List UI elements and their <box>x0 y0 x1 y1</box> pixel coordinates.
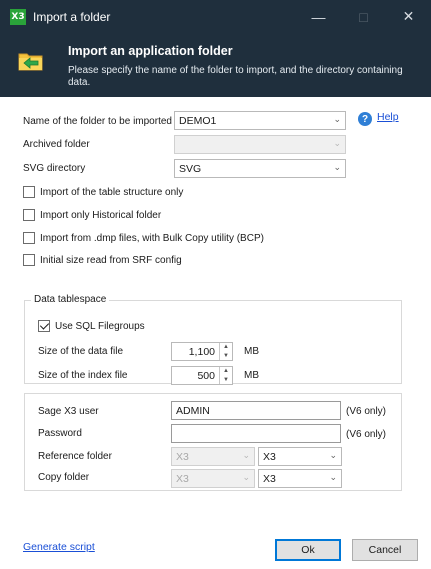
reference-folder-right-select[interactable]: X3 ⌄ <box>258 447 342 466</box>
folder-import-icon <box>18 53 43 71</box>
data-file-stepper[interactable]: 1,100 ▲ ▼ <box>171 342 233 361</box>
data-file-unit: MB <box>244 346 259 357</box>
option-table-structure-checkbox[interactable] <box>23 186 35 198</box>
copy-folder-right-select[interactable]: X3 ⌄ <box>258 469 342 488</box>
option-srf-config-checkbox[interactable] <box>23 254 35 266</box>
close-button[interactable]: ✕ <box>386 0 431 33</box>
option-srf-config[interactable]: Initial size read from SRF config <box>23 254 182 266</box>
spin-up-icon[interactable]: ▲ <box>220 343 232 352</box>
password-input[interactable] <box>171 424 341 443</box>
chevron-down-icon: ⌄ <box>242 450 250 460</box>
option-bcp-label: Import from .dmp files, with Bulk Copy u… <box>40 232 264 244</box>
data-file-label: Size of the data file <box>38 346 124 357</box>
option-historical[interactable]: Import only Historical folder <box>23 209 161 221</box>
help-link[interactable]: Help <box>377 111 399 123</box>
svg-directory-value: SVG <box>179 162 202 175</box>
index-file-unit: MB <box>244 370 259 381</box>
title-bar: X3 Import a folder — □ ✕ <box>0 0 431 33</box>
data-file-value: 1,100 <box>188 346 215 358</box>
reference-folder-left-select: X3 ⌄ <box>171 447 255 466</box>
use-sql-filegroups[interactable]: Use SQL Filegroups <box>38 320 145 332</box>
use-sql-filegroups-label: Use SQL Filegroups <box>55 320 145 332</box>
password-v6-note: (V6 only) <box>346 429 387 440</box>
chevron-down-icon: ⌄ <box>329 450 337 460</box>
archived-folder-label: Archived folder <box>23 139 90 150</box>
maximize-button: □ <box>359 8 368 25</box>
data-tablespace-title: Data tablespace <box>31 294 110 305</box>
sage-user-value: ADMIN <box>176 404 210 417</box>
folder-name-label: Name of the folder to be imported <box>23 116 172 127</box>
header-title: Import an application folder <box>68 44 233 58</box>
sage-user-input[interactable]: ADMIN <box>171 401 341 420</box>
chevron-down-icon: ⌄ <box>329 472 337 482</box>
option-historical-label: Import only Historical folder <box>40 209 162 221</box>
dialog-header: Import an application folder Please spec… <box>0 33 431 97</box>
folder-name-select[interactable]: DEMO1 ⌄ <box>174 111 346 130</box>
chevron-down-icon: ⌄ <box>333 114 341 124</box>
chevron-down-icon: ⌄ <box>333 162 341 172</box>
copy-folder-left-select: X3 ⌄ <box>171 469 255 488</box>
ok-button[interactable]: Ok <box>275 539 341 561</box>
reference-folder-label: Reference folder <box>38 451 112 462</box>
spin-up-icon[interactable]: ▲ <box>220 367 232 376</box>
option-bcp-checkbox[interactable] <box>23 232 35 244</box>
index-file-stepper[interactable]: 500 ▲ ▼ <box>171 366 233 385</box>
svg-directory-select[interactable]: SVG ⌄ <box>174 159 346 178</box>
folder-name-value: DEMO1 <box>179 114 217 127</box>
copy-folder-left-value: X3 <box>176 472 189 485</box>
header-subtitle: Please specify the name of the folder to… <box>68 65 403 88</box>
sage-user-v6-note: (V6 only) <box>346 406 387 417</box>
option-historical-checkbox[interactable] <box>23 209 35 221</box>
reference-folder-left-value: X3 <box>176 450 189 463</box>
window-title: Import a folder <box>33 9 111 24</box>
index-file-value: 500 <box>197 370 215 382</box>
chevron-down-icon: ⌄ <box>333 138 341 148</box>
option-bcp[interactable]: Import from .dmp files, with Bulk Copy u… <box>23 232 264 244</box>
option-srf-config-label: Initial size read from SRF config <box>40 254 182 266</box>
reference-folder-right-value: X3 <box>263 450 276 463</box>
cancel-button[interactable]: Cancel <box>352 539 418 561</box>
copy-folder-label: Copy folder <box>38 472 90 483</box>
archived-folder-select: ⌄ <box>174 135 346 154</box>
spin-down-icon[interactable]: ▼ <box>220 352 232 361</box>
chevron-down-icon: ⌄ <box>242 472 250 482</box>
spin-down-icon[interactable]: ▼ <box>220 376 232 385</box>
use-sql-filegroups-checkbox[interactable] <box>38 320 50 332</box>
app-logo-icon: X3 <box>10 8 26 25</box>
copy-folder-right-value: X3 <box>263 472 276 485</box>
svg-directory-label: SVG directory <box>23 163 86 174</box>
minimize-button[interactable]: — <box>296 0 341 33</box>
sage-user-label: Sage X3 user <box>38 406 99 417</box>
index-file-label: Size of the index file <box>38 370 128 381</box>
password-label: Password <box>38 428 82 439</box>
option-table-structure-label: Import of the table structure only <box>40 186 184 198</box>
generate-script-link[interactable]: Generate script <box>23 541 95 553</box>
option-table-structure[interactable]: Import of the table structure only <box>23 186 183 198</box>
window-controls: — □ ✕ <box>296 0 431 33</box>
help-icon[interactable]: ? <box>358 112 372 126</box>
